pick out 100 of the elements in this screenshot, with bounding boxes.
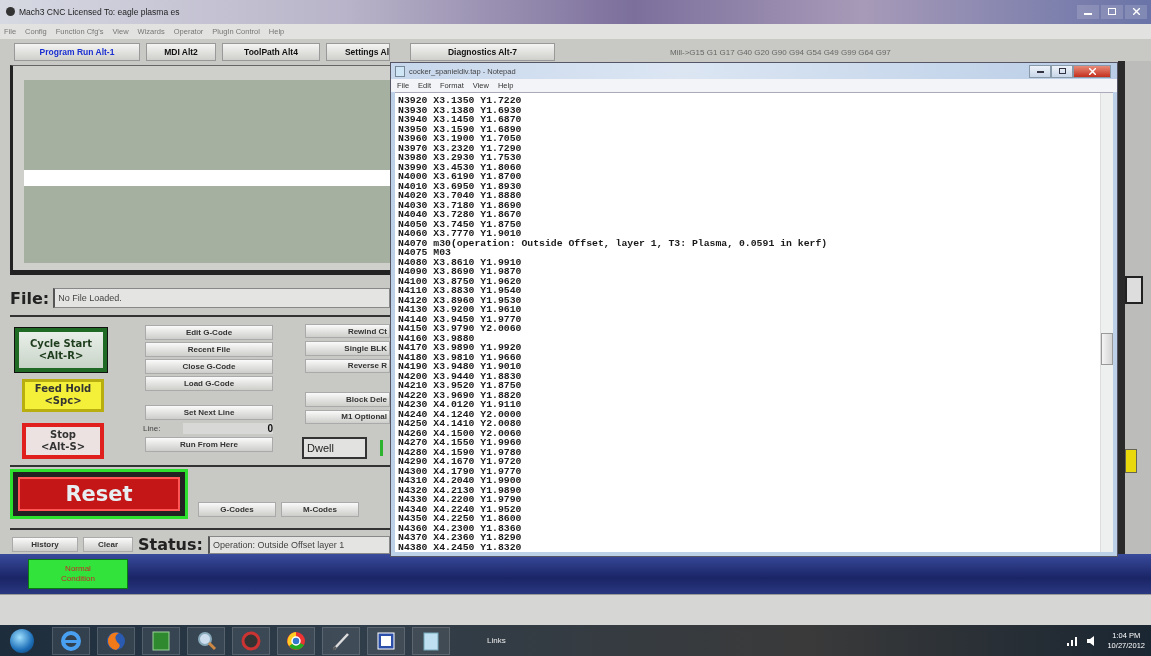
run-from-here-button[interactable]: Run From Here [145, 436, 273, 452]
file-button[interactable]: Recent File [145, 341, 273, 357]
code-line: N4200 X3.9440 Y1.8830 [398, 371, 523, 382]
cycle-start-button[interactable]: Cycle Start <Alt-R> [15, 327, 107, 372]
codes-button[interactable]: M-Codes [281, 501, 359, 517]
window-title: Mach3 CNC Licensed To: eagle plasma es [19, 6, 180, 17]
browser-icon[interactable] [277, 626, 315, 655]
app-icon [6, 7, 15, 17]
code-line: N4110 X3.8830 Y1.9540 [398, 286, 523, 296]
dwell-indicator: Dwell [302, 436, 367, 459]
code-line: N4140 X3.9450 Y1.9770 [398, 314, 523, 325]
modal-status-text: Mill->G15 G1 G17 G40 G20 G90 G94 G54 G49 G99 G64 G97 [670, 47, 891, 57]
line-label: Line: [143, 423, 161, 433]
document-icon[interactable] [367, 626, 405, 655]
browser-icon[interactable] [97, 626, 135, 655]
maximize-icon [1058, 68, 1066, 75]
option-button[interactable]: Block Dele [305, 392, 390, 407]
magnifier-icon[interactable] [187, 626, 225, 655]
stop-button[interactable]: Stop <Alt-S> [22, 423, 104, 459]
code-line: N3990 X3.4530 Y1.8060 [398, 162, 523, 173]
start-button[interactable] [10, 628, 34, 653]
code-line: N4000 X3.6190 Y1.8700 [398, 172, 523, 182]
line-field: 0 [183, 422, 273, 434]
code-line: N4290 X4.1670 Y1.9720 [398, 457, 523, 467]
close-button[interactable] [1073, 64, 1111, 78]
tab[interactable]: MDI Alt2 [146, 43, 216, 62]
code-line: N4370 X4.2360 Y1.8290 [398, 533, 523, 543]
tab[interactable]: Settings Al [326, 43, 390, 62]
code-line: N4330 X4.2200 Y1.9790 [398, 495, 523, 505]
dro-box [1125, 276, 1143, 305]
code-line: N4075 M03 [398, 248, 451, 258]
code-line: N4080 X3.8610 Y1.9910 [398, 257, 523, 268]
led-indicator [380, 439, 383, 456]
code-line: N3980 X3.2930 Y1.7530 [398, 153, 523, 163]
code-line: N4190 X3.9480 Y1.9010 [398, 362, 523, 372]
tab[interactable]: Program Run Alt-1 [14, 43, 140, 62]
code-line: N3970 X3.2320 Y1.7290 [398, 143, 523, 154]
option-button[interactable]: M1 Optional [305, 409, 390, 424]
reset-button[interactable]: Reset [18, 476, 180, 511]
code-line: N4260 X4.1500 Y2.0060 [398, 428, 523, 439]
code-line: N4250 X4.1410 Y2.0080 [398, 419, 523, 429]
code-line: N4380 X4.2450 Y1.8320 [398, 542, 523, 553]
tab[interactable]: ToolPath Alt4 [222, 43, 320, 62]
code-line: N4350 X4.2250 Y1.8600 [398, 514, 523, 524]
code-line: N4280 X4.1590 Y1.9780 [398, 447, 523, 458]
maximize-icon [1108, 8, 1116, 16]
code-line: N4300 X4.1790 Y1.9770 [398, 466, 523, 477]
code-line: N4340 X4.2240 Y1.9520 [398, 504, 523, 515]
file-button[interactable]: Load G-Code [145, 375, 273, 391]
code-line: N4090 X3.8690 Y1.9870 [398, 267, 523, 277]
code-line: N4160 X3.9880 [398, 333, 476, 344]
code-line: N4050 X3.7450 Y1.8750 [398, 219, 523, 230]
code-line: N4120 X3.8960 Y1.9530 [398, 295, 523, 306]
code-line: N4240 X4.1240 Y2.0000 [398, 409, 523, 420]
file-button[interactable]: Close G-Code [145, 358, 273, 374]
code-line: N4070 m30(operation: Outside Offset, layer 1, T3: Plasma, 0.0591 in kerf) [398, 238, 829, 249]
scrollbar-thumb[interactable] [1101, 333, 1113, 366]
code-line: N4220 X3.9690 Y1.8820 [398, 390, 523, 401]
code-line: N4130 X3.9200 Y1.9610 [398, 305, 523, 315]
status-field: Operation: Outside Offset layer 1 [207, 535, 390, 554]
code-line: N4230 X4.0120 Y1.9110 [398, 400, 523, 410]
file-label: File: [10, 288, 50, 308]
signal-icon[interactable] [1067, 635, 1080, 646]
codes-button[interactable]: G-Codes [198, 501, 276, 517]
feed-hold-button[interactable]: Feed Hold <Spc> [22, 378, 104, 413]
minimize-button[interactable] [1029, 64, 1051, 78]
notepad-icon[interactable] [412, 626, 450, 655]
code-line: N4100 X3.8750 Y1.9620 [398, 276, 523, 287]
code-line: N4360 X4.2300 Y1.8360 [398, 523, 523, 534]
file-button[interactable]: Edit G-Code [145, 324, 273, 340]
set-next-line-button[interactable]: Set Next Line [145, 404, 273, 420]
partial-button[interactable] [1125, 449, 1137, 474]
close-icon [1088, 67, 1096, 75]
history-button[interactable]: History [12, 537, 78, 553]
code-line: N4170 X3.9890 Y1.9920 [398, 343, 523, 353]
code-line: N4030 X3.7180 Y1.8690 [398, 200, 523, 211]
clear-button[interactable]: Clear [83, 537, 133, 553]
code-line: N4210 X3.9520 Y1.8750 [398, 381, 523, 391]
code-line: N4020 X3.7040 Y1.8880 [398, 191, 523, 201]
code-line: N4150 X3.9790 Y2.0060 [398, 324, 523, 334]
toolbar-label[interactable]: Links [487, 636, 506, 646]
option-button[interactable]: Reverse R [305, 358, 390, 374]
status-label: Status: [138, 535, 203, 555]
option-button[interactable]: Single BLK [305, 341, 390, 356]
code-line: N3960 X3.1900 Y1.7050 [398, 134, 523, 144]
code-line: N4010 X3.6950 Y1.8930 [398, 181, 523, 192]
tab[interactable]: Diagnostics Alt-7 [410, 43, 555, 62]
pen-icon[interactable] [322, 626, 360, 655]
app-icon[interactable] [232, 626, 270, 655]
browser-icon[interactable] [52, 626, 90, 655]
file-field: No File Loaded. [53, 288, 390, 309]
close-button[interactable] [1125, 4, 1147, 19]
option-button[interactable]: Rewind Ct [305, 323, 390, 339]
scrollbar[interactable] [1100, 93, 1113, 553]
app-icon[interactable] [142, 626, 180, 655]
code-line: N4060 X3.7770 Y1.9010 [398, 229, 522, 239]
code-line: N4180 X3.9810 Y1.9660 [398, 352, 523, 363]
code-line: N3950 X3.1590 Y1.6890 [398, 124, 523, 135]
maximize-button[interactable] [1051, 64, 1073, 78]
code-line: N3930 X3.1380 Y1.6930 [398, 105, 523, 116]
